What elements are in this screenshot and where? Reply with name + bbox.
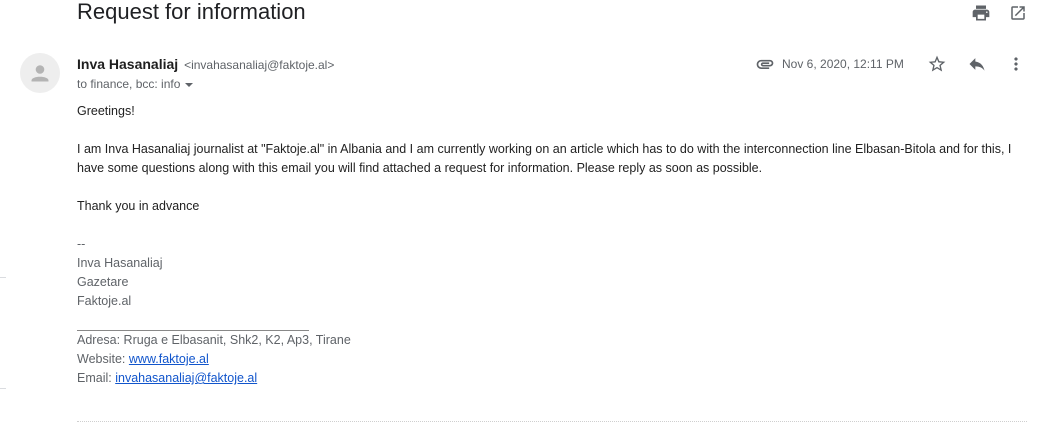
email-link[interactable]: invahasanaliaj@faktoje.al	[115, 371, 257, 385]
reply-icon[interactable]	[965, 52, 989, 76]
sender-line: Inva Hasanaliaj <invahasanaliaj@faktoje.…	[77, 55, 334, 74]
left-edge-mark	[0, 277, 6, 278]
signature-separator: --	[77, 237, 86, 251]
more-vert-icon[interactable]	[1004, 52, 1028, 76]
sender-avatar[interactable]	[20, 53, 60, 93]
chevron-down-icon[interactable]	[185, 82, 194, 87]
message-date: Nov 6, 2020, 12:11 PM	[782, 57, 904, 71]
message-meta: Nov 6, 2020, 12:11 PM	[755, 52, 904, 76]
signature-role: Gazetare	[77, 275, 129, 289]
star-icon[interactable]	[925, 52, 949, 76]
signature-address: Adresa: Rruga e Elbasanit, Shk2, K2, Ap3…	[77, 333, 351, 347]
recipients-text: to finance, bcc: info	[77, 77, 181, 91]
print-icon[interactable]	[969, 1, 993, 25]
signature-email: Email: invahasanaliaj@faktoje.al	[77, 369, 1027, 388]
message-divider	[77, 421, 1027, 422]
default-person-icon	[31, 65, 49, 82]
website-link[interactable]: www.faktoje.al	[129, 352, 209, 366]
left-edge-mark	[0, 388, 6, 389]
signature-website: Website: www.faktoje.al	[77, 350, 1027, 369]
email-label: Email:	[77, 371, 112, 385]
thanks-text: Thank you in advance	[77, 199, 200, 213]
message-body: Greetings! I am Inva Hasanaliaj journali…	[77, 102, 1027, 388]
website-label: Website:	[77, 352, 126, 366]
sender-name[interactable]: Inva Hasanaliaj	[77, 56, 178, 72]
recipients-toggle[interactable]: to finance, bcc: info	[77, 76, 194, 92]
signature-name: Inva Hasanaliaj	[77, 256, 163, 270]
attachment-icon	[755, 54, 775, 74]
email-subject: Request for information	[77, 0, 306, 24]
greeting-text: Greetings!	[77, 104, 135, 118]
sender-email: <invahasanaliaj@faktoje.al>	[184, 58, 335, 72]
signature-org: Faktoje.al	[77, 294, 132, 308]
open-in-new-icon[interactable]	[1006, 1, 1030, 25]
body-paragraph: I am Inva Hasanaliaj journalist at "Fakt…	[77, 142, 1012, 175]
